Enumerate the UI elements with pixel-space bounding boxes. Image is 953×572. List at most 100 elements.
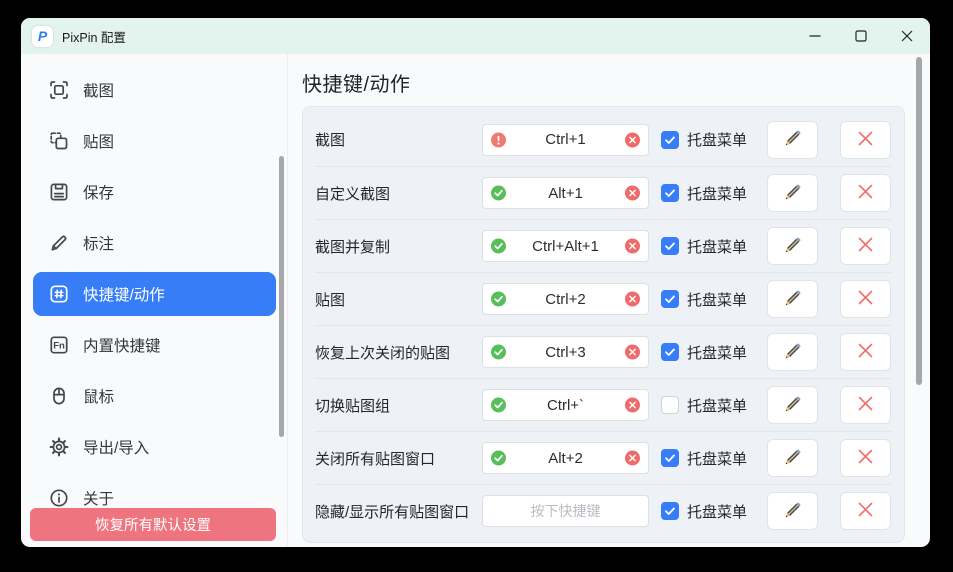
delete-hotkey-button[interactable]	[840, 280, 891, 318]
hotkey-row: 截图 Ctrl+1 托盘菜单	[315, 113, 892, 166]
pin-image-icon	[48, 130, 70, 152]
sidebar-item-label: 快捷键/动作	[83, 283, 165, 305]
clear-hotkey-icon[interactable]	[625, 292, 640, 307]
sidebar-item-label: 导出/导入	[83, 436, 149, 458]
hotkey-input[interactable]: Alt+2	[482, 442, 649, 474]
hotkey-input[interactable]: 按下快捷键	[482, 495, 649, 527]
app-logo-letter: P	[38, 29, 47, 43]
tray-menu-checkbox[interactable]	[661, 290, 679, 308]
maximize-button[interactable]	[838, 18, 884, 54]
delete-x-icon	[857, 289, 874, 309]
sidebar-item-2[interactable]: 贴图	[33, 119, 276, 163]
hotkey-valid-icon	[491, 292, 506, 307]
mouse-icon	[48, 385, 70, 407]
svg-text:Fn: Fn	[53, 341, 65, 352]
clear-hotkey-icon[interactable]	[625, 451, 640, 466]
delete-x-icon	[857, 395, 874, 415]
edit-hotkey-button[interactable]	[767, 333, 818, 371]
tray-menu-checkbox[interactable]	[661, 502, 679, 520]
window-title: PixPin 配置	[62, 27, 126, 46]
tray-menu-label: 托盘菜单	[687, 236, 747, 257]
clear-hotkey-icon[interactable]	[625, 239, 640, 254]
clear-hotkey-icon[interactable]	[625, 398, 640, 413]
sidebar-item-3[interactable]: 保存	[33, 170, 276, 214]
sidebar-item-6[interactable]: Fn 内置快捷键	[33, 323, 276, 367]
edit-hotkey-button[interactable]	[767, 174, 818, 212]
hotkey-row: 贴图 Ctrl+2 托盘菜单	[315, 272, 892, 325]
tray-menu-option: 托盘菜单	[661, 448, 747, 469]
pencil-icon	[783, 500, 803, 523]
hotkey-input[interactable]: Ctrl+`	[482, 389, 649, 421]
tray-menu-label: 托盘菜单	[687, 501, 747, 522]
tray-menu-checkbox[interactable]	[661, 396, 679, 414]
content-scrollbar[interactable]	[916, 57, 922, 385]
edit-hotkey-button[interactable]	[767, 439, 818, 477]
pixpin-config-window: P PixPin 配置 截图 贴图	[21, 18, 930, 547]
restore-defaults-button[interactable]: 恢复所有默认设置	[30, 508, 276, 541]
hotkey-input[interactable]: Ctrl+Alt+1	[482, 230, 649, 262]
tray-menu-checkbox[interactable]	[661, 237, 679, 255]
sidebar-item-1[interactable]: 截图	[33, 68, 276, 112]
delete-x-icon	[857, 130, 874, 150]
tray-menu-checkbox[interactable]	[661, 131, 679, 149]
sidebar-item-label: 关于	[83, 487, 114, 509]
hotkey-input[interactable]: Ctrl+2	[482, 283, 649, 315]
hotkey-input[interactable]: Ctrl+1	[482, 124, 649, 156]
hotkey-value: Ctrl+1	[545, 131, 585, 148]
hotkey-icon	[48, 283, 70, 305]
delete-hotkey-button[interactable]	[840, 439, 891, 477]
export-import-icon	[48, 436, 70, 458]
hotkey-row-label: 自定义截图	[315, 183, 482, 204]
annotate-icon	[48, 232, 70, 254]
sidebar-item-8[interactable]: 导出/导入	[33, 425, 276, 469]
sidebar-item-7[interactable]: 鼠标	[33, 374, 276, 418]
sidebar-item-4[interactable]: 标注	[33, 221, 276, 265]
pencil-icon	[783, 394, 803, 417]
hotkey-input[interactable]: Ctrl+3	[482, 336, 649, 368]
delete-hotkey-button[interactable]	[840, 227, 891, 265]
tray-menu-checkbox[interactable]	[661, 184, 679, 202]
hotkey-valid-icon	[491, 239, 506, 254]
delete-hotkey-button[interactable]	[840, 174, 891, 212]
hotkey-value: Ctrl+`	[547, 397, 584, 414]
tray-menu-option: 托盘菜单	[661, 129, 747, 150]
sidebar-item-label: 标注	[83, 232, 114, 254]
sidebar: 截图 贴图 保存 标注 快捷键/动作 Fn 内置快捷键 鼠标	[21, 54, 288, 547]
sidebar-item-label: 保存	[83, 181, 114, 203]
tray-menu-option: 托盘菜单	[661, 183, 747, 204]
delete-hotkey-button[interactable]	[840, 333, 891, 371]
clear-hotkey-icon[interactable]	[625, 186, 640, 201]
hotkey-valid-icon	[491, 345, 506, 360]
hotkey-row: 关闭所有贴图窗口 Alt+2 托盘菜单	[315, 431, 892, 484]
sidebar-item-5[interactable]: 快捷键/动作	[33, 272, 276, 316]
hotkey-row-label: 切换贴图组	[315, 395, 482, 416]
tray-menu-checkbox[interactable]	[661, 449, 679, 467]
sidebar-item-label: 贴图	[83, 130, 114, 152]
delete-hotkey-button[interactable]	[840, 492, 891, 530]
delete-x-icon	[857, 448, 874, 468]
page-title: 快捷键/动作	[302, 68, 930, 97]
hotkey-value: Alt+1	[548, 185, 583, 202]
tray-menu-label: 托盘菜单	[687, 129, 747, 150]
delete-x-icon	[857, 501, 874, 521]
hotkey-row: 自定义截图 Alt+1 托盘菜单	[315, 166, 892, 219]
edit-hotkey-button[interactable]	[767, 492, 818, 530]
clear-hotkey-icon[interactable]	[625, 345, 640, 360]
edit-hotkey-button[interactable]	[767, 386, 818, 424]
hotkey-row: 恢复上次关闭的贴图 Ctrl+3 托盘菜单	[315, 325, 892, 378]
minimize-button[interactable]	[792, 18, 838, 54]
delete-hotkey-button[interactable]	[840, 386, 891, 424]
edit-hotkey-button[interactable]	[767, 280, 818, 318]
hotkey-input[interactable]: Alt+1	[482, 177, 649, 209]
sidebar-item-label: 截图	[83, 79, 114, 101]
sidebar-scrollbar[interactable]	[279, 156, 284, 437]
close-icon	[901, 30, 913, 42]
clear-hotkey-icon[interactable]	[625, 132, 640, 147]
close-button[interactable]	[884, 18, 930, 54]
tray-menu-label: 托盘菜单	[687, 342, 747, 363]
edit-hotkey-button[interactable]	[767, 227, 818, 265]
edit-hotkey-button[interactable]	[767, 121, 818, 159]
pencil-icon	[783, 235, 803, 258]
tray-menu-checkbox[interactable]	[661, 343, 679, 361]
delete-hotkey-button[interactable]	[840, 121, 891, 159]
